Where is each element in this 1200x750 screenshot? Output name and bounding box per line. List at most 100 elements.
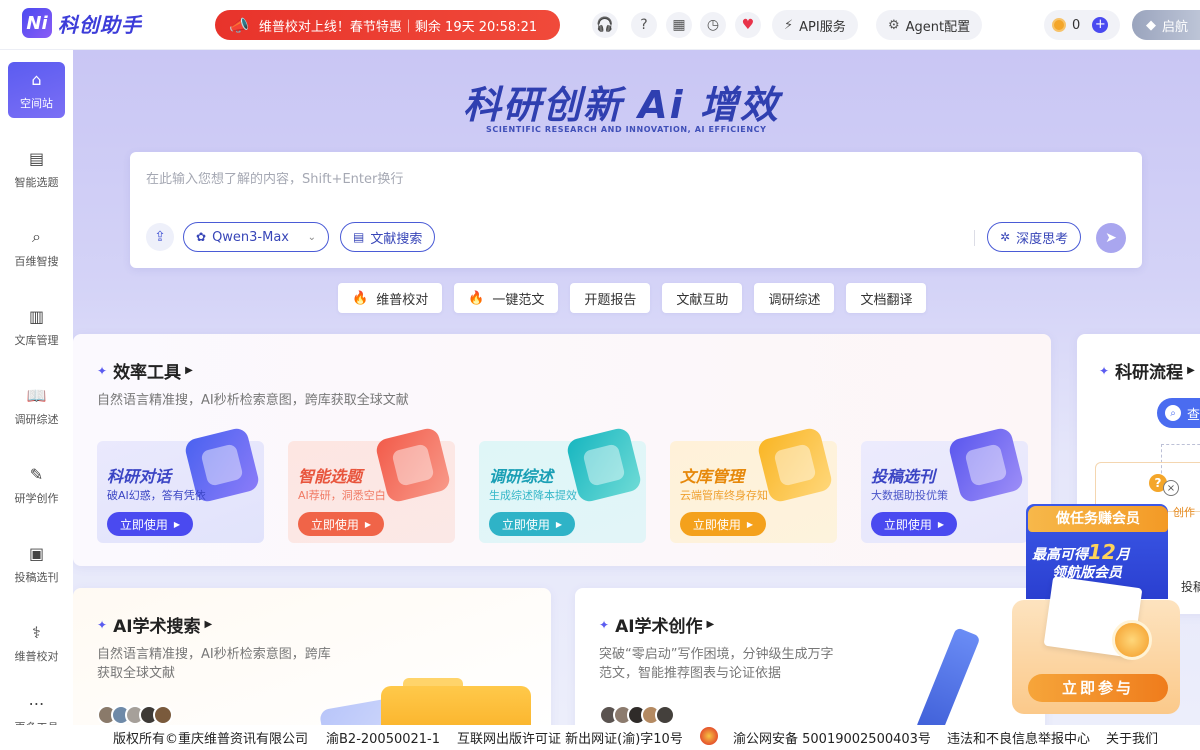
sidebar-item-label: 空间站 xyxy=(20,96,53,110)
member-task-promo[interactable]: 做任务赚会员 最高可得12月 领航版会员 立即参与 xyxy=(1012,504,1180,714)
caret-right-icon: ▶ xyxy=(185,365,193,376)
chip-label: 开题报告 xyxy=(584,292,637,308)
sidebar-item-review[interactable]: 📖 调研综述 xyxy=(8,378,65,434)
card-desc: AI荐研，洞悉空白 xyxy=(298,489,386,502)
caret-right-icon: ▶ xyxy=(1187,365,1195,376)
use-now-button[interactable]: 立即使用 ▶ xyxy=(298,512,384,536)
upload-file-icon[interactable]: ⇪ xyxy=(146,223,174,251)
sidebar-item-smart-search[interactable]: ⌕ 百维智搜 xyxy=(8,220,65,276)
headset-icon[interactable]: 🎧 xyxy=(592,12,618,38)
tool-card-library[interactable]: 文库管理 云端管库终身存知 立即使用 ▶ xyxy=(670,426,837,543)
search-input[interactable] xyxy=(146,172,846,187)
footer-about-link[interactable]: 关于我们 xyxy=(1106,728,1158,747)
api-service-button[interactable]: ⚡ API服务 xyxy=(772,10,858,40)
sparkle-icon: ✦ xyxy=(599,617,610,632)
deep-think-button[interactable]: ✲ 深度思考 xyxy=(987,222,1082,252)
chip-proofread[interactable]: 🔥 维普校对 xyxy=(338,283,443,313)
ai-academic-writing-title[interactable]: ✦ AI学术创作 ▶ xyxy=(599,612,714,637)
card-title: 智能选题 xyxy=(298,467,363,486)
chip-sample-essay[interactable]: 🔥 一键范文 xyxy=(454,283,559,313)
tool-card-submission[interactable]: 投稿选刊 大数据助投优策 立即使用 ▶ xyxy=(861,426,1028,543)
use-now-button[interactable]: 立即使用 ▶ xyxy=(871,512,957,536)
edit-icon: ✎ xyxy=(29,464,44,484)
app-logo[interactable]: Ni 科创助手 xyxy=(22,8,142,38)
chip-review[interactable]: 调研综述 xyxy=(754,283,835,313)
footer-police-record[interactable]: 渝公网安备 50019002500403号 xyxy=(733,728,931,747)
vip-label: 启航 xyxy=(1162,19,1189,35)
chip-proposal[interactable]: 开题报告 xyxy=(570,283,651,313)
fire-icon: 🔥 xyxy=(352,290,369,306)
footer-report-link[interactable]: 违法和不良信息举报中心 xyxy=(947,728,1090,747)
tool-card-research-chat[interactable]: 科研对话 破AI幻惑，答有凭依 立即使用 ▶ xyxy=(97,426,264,543)
sidebar-item-space-station[interactable]: ⌂ 空间站 xyxy=(8,62,65,118)
heart-pulse-icon[interactable]: ♥ xyxy=(735,12,761,38)
panel-title-text: AI学术创作 xyxy=(615,617,703,637)
logo-icon: Ni xyxy=(22,8,52,38)
efficiency-tools-title[interactable]: ✦ 效率工具 ▶ xyxy=(97,358,193,383)
model-label: Qwen3-Max xyxy=(212,229,290,245)
promo-headline: 最高可得12月 xyxy=(1032,540,1130,564)
research-flow-title[interactable]: ✦ 科研流程 ▶ xyxy=(1099,358,1195,383)
help-icon[interactable]: ? xyxy=(631,12,657,38)
sparkle-icon: ✦ xyxy=(97,617,108,632)
sidebar-item-label: 百维智搜 xyxy=(14,255,59,268)
sidebar-item-submission[interactable]: ▣ 投稿选刊 xyxy=(8,536,65,592)
hero-title: 科研创新 Ai 增效 xyxy=(463,83,780,127)
sidebar-item-label: 研学创作 xyxy=(14,491,59,505)
sidebar-item-topic-selection[interactable]: ▤ 智能选题 xyxy=(8,141,65,197)
vip-button[interactable]: ◆ 启航 xyxy=(1132,10,1200,40)
medal-icon xyxy=(1112,620,1152,660)
efficiency-tools-panel: ✦ 效率工具 ▶ 自然语言精准搜，AI秒析检索意图，跨库获取全球文献 科研对话 … xyxy=(73,334,1051,566)
use-now-button[interactable]: 立即使用 ▶ xyxy=(107,512,193,536)
folder-illustration xyxy=(381,686,531,725)
model-select[interactable]: ✿ Qwen3-Max ⌄ xyxy=(183,222,329,252)
sidebar-item-label: 投稿选刊 xyxy=(14,570,59,584)
chip-translate[interactable]: 文档翻译 xyxy=(846,283,927,313)
model-icon: ✿ xyxy=(196,230,207,244)
chip-label: 维普校对 xyxy=(376,292,429,308)
chip-label: 文献互助 xyxy=(676,292,729,308)
coin-icon xyxy=(1052,18,1066,32)
close-icon[interactable]: × xyxy=(1163,480,1179,496)
card-desc: 破AI幻惑，答有凭依 xyxy=(107,489,206,502)
join-now-button[interactable]: 立即参与 xyxy=(1028,674,1168,702)
sidebar-item-proofread[interactable]: ⚕ 维普校对 xyxy=(8,615,65,671)
footer-icp[interactable]: 渝B2-20050021-1 xyxy=(326,728,440,747)
panel-title-text: AI学术搜索 xyxy=(113,617,201,637)
tool-card-topic-selection[interactable]: 智能选题 AI荐研，洞悉空白 立即使用 ▶ xyxy=(288,426,455,543)
sidebar-item-library[interactable]: ▥ 文库管理 xyxy=(8,299,65,355)
footer-publish-license[interactable]: 互联网出版许可证 新出网证(渝)字10号 xyxy=(457,728,683,747)
promo-banner[interactable]: 📣 维普校对上线！春节特惠｜剩余 19天 20:58:21 xyxy=(215,10,560,40)
desc-line: 获取全球文献 xyxy=(97,666,176,681)
stethoscope-icon: ⚕ xyxy=(32,622,41,642)
avatar xyxy=(655,705,675,725)
footer-copyright: 版权所有©重庆维普资讯有限公司 xyxy=(113,732,309,747)
use-now-button[interactable]: 立即使用 ▶ xyxy=(489,512,575,536)
ai-academic-search-title[interactable]: ✦ AI学术搜索 ▶ xyxy=(97,612,212,637)
api-service-label: API服务 xyxy=(799,19,846,35)
ai-academic-writing-panel: ✦ AI学术创作 ▶ 突破“零启动”写作困境，分钟级生成万字 范文，智能推荐图表… xyxy=(575,588,1045,725)
coin-count: 0 xyxy=(1072,17,1081,33)
flow-node-search[interactable]: ⌕ 查 xyxy=(1157,398,1200,428)
sidebar-item-writing[interactable]: ✎ 研学创作 xyxy=(8,457,65,513)
gear-icon: ⚙ xyxy=(888,17,900,33)
panel-title-text: 效率工具 xyxy=(113,363,182,383)
calendar-icon[interactable]: ▦ xyxy=(666,12,692,38)
tool-card-review[interactable]: 调研综述 生成综述降本提效 立即使用 ▶ xyxy=(479,426,646,543)
avatar xyxy=(153,705,173,725)
history-icon[interactable]: ◷ xyxy=(700,12,726,38)
pen-illustration xyxy=(915,627,981,725)
literature-search-button[interactable]: ▤ 文献搜索 xyxy=(340,222,436,252)
sparkle-icon: ✦ xyxy=(97,363,108,378)
caret-right-icon: ▶ xyxy=(173,519,181,529)
agent-config-button[interactable]: ⚙ Agent配置 xyxy=(876,10,983,40)
coin-balance[interactable]: 0 + xyxy=(1044,10,1120,40)
fire-icon: 🔥 xyxy=(468,290,485,306)
flow-node-label: 查 xyxy=(1187,407,1200,423)
use-now-button[interactable]: 立即使用 ▶ xyxy=(680,512,766,536)
add-coin-icon[interactable]: + xyxy=(1092,17,1109,33)
checklist-icon xyxy=(947,426,1025,504)
send-icon[interactable]: ➤ xyxy=(1096,223,1126,253)
efficiency-tools-desc: 自然语言精准搜，AI秒析检索意图，跨库获取全球文献 xyxy=(97,393,409,408)
chip-literature-help[interactable]: 文献互助 xyxy=(662,283,743,313)
